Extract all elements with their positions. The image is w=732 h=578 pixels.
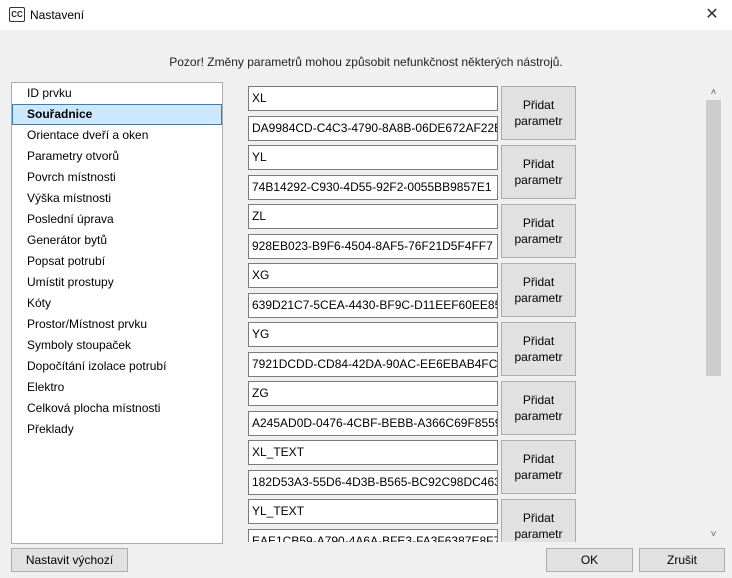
parameter-list: XL DA9984CD-C4C3-4790-8A8B-06DE672AF22B Př…	[248, 86, 708, 542]
add-button-label-line2: parametr	[514, 350, 563, 364]
add-parameter-button[interactable]: Přidat parametr	[501, 263, 576, 317]
add-parameter-button[interactable]: Přidat parametr	[501, 86, 576, 140]
add-button-label-line2: parametr	[514, 291, 563, 305]
category-item[interactable]: Celková plocha místnosti	[12, 398, 222, 419]
category-item[interactable]: Parametry otvorů	[12, 146, 222, 167]
add-button-label-line2: parametr	[514, 232, 563, 246]
category-item[interactable]: Popsat potrubí	[12, 251, 222, 272]
add-button-label-line1: Přidat	[522, 452, 555, 466]
close-icon[interactable]: ✕	[692, 0, 732, 30]
add-button-label-line2: parametr	[514, 409, 563, 423]
add-button-label-line1: Přidat	[522, 98, 555, 112]
set-default-button[interactable]: Nastavit výchozí	[11, 548, 128, 572]
app-icon: CC	[9, 7, 25, 22]
category-item[interactable]: Dopočítání izolace potrubí	[12, 356, 222, 377]
add-button-label-line2: parametr	[514, 468, 563, 482]
parameter-row: ZG A245AD0D-0476-4CBF-BEBB-A366C69F8559 Př…	[248, 381, 578, 436]
parameter-name-field[interactable]: ZL	[248, 204, 498, 229]
add-parameter-button[interactable]: Přidat parametr	[501, 145, 576, 199]
add-button-label-line1: Přidat	[522, 334, 555, 348]
category-item[interactable]: Povrch místnosti	[12, 167, 222, 188]
window-title: Nastavení	[30, 8, 85, 22]
parameter-name-field[interactable]: ZG	[248, 381, 498, 406]
parameter-row: XG 639D21C7-5CEA-4430-BF9C-D11EEF60EE85 Př…	[248, 263, 578, 318]
warning-message: Pozor! Změny parametrů mohou způsobit ne…	[169, 55, 563, 69]
parameter-row: YL 74B14292-C930-4D55-92F2-0055BB9857E1 Př…	[248, 145, 578, 200]
parameter-guid-field[interactable]: DA9984CD-C4C3-4790-8A8B-06DE672AF22B	[248, 116, 498, 141]
add-parameter-button[interactable]: Přidat parametr	[501, 440, 576, 494]
add-button-label-line1: Přidat	[522, 157, 555, 171]
category-item[interactable]: Překlady	[12, 419, 222, 440]
category-item[interactable]: Generátor bytů	[12, 230, 222, 251]
parameter-name-field[interactable]: XL_TEXT	[248, 440, 498, 465]
parameter-guid-field[interactable]: EAE1CB59-A790-4A6A-BFE3-FA3F6387E8F7	[248, 529, 498, 542]
parameter-name-field[interactable]: XG	[248, 263, 498, 288]
category-item[interactable]: Kóty	[12, 293, 222, 314]
add-button-label-line1: Přidat	[522, 393, 555, 407]
parameter-name-field[interactable]: YL_TEXT	[248, 499, 498, 524]
category-item[interactable]: Umístit prostupy	[12, 272, 222, 293]
category-item[interactable]: Elektro	[12, 377, 222, 398]
scroll-thumb[interactable]	[706, 100, 721, 376]
category-item[interactable]: Orientace dveří a oken	[12, 125, 222, 146]
parameter-name-field[interactable]: YL	[248, 145, 498, 170]
parameter-guid-field[interactable]: 74B14292-C930-4D55-92F2-0055BB9857E1	[248, 175, 498, 200]
add-button-label-line1: Přidat	[522, 511, 555, 525]
parameter-row: ZL 928EB023-B9F6-4504-8AF5-76F21D5F4FF7 Př…	[248, 204, 578, 259]
scroll-down-icon[interactable]: ˅	[705, 528, 722, 542]
scroll-up-icon[interactable]: ˄	[705, 86, 722, 100]
cancel-button[interactable]: Zrušit	[639, 548, 725, 572]
add-parameter-button[interactable]: Přidat parametr	[501, 499, 576, 542]
parameter-row: XL_TEXT 182D53A3-55D6-4D3B-B565-BC92C98DC…	[248, 440, 578, 495]
add-button-label-line2: parametr	[514, 114, 563, 128]
parameter-guid-field[interactable]: 928EB023-B9F6-4504-8AF5-76F21D5F4FF7	[248, 234, 498, 259]
add-parameter-button[interactable]: Přidat parametr	[501, 204, 576, 258]
add-button-label-line1: Přidat	[522, 275, 555, 289]
parameter-scrollbar[interactable]: ˄ ˅	[705, 86, 722, 542]
add-button-label-line2: parametr	[514, 173, 563, 187]
parameter-row: XL DA9984CD-C4C3-4790-8A8B-06DE672AF22B Př…	[248, 86, 578, 141]
category-item[interactable]: Souřadnice	[12, 104, 222, 125]
category-item[interactable]: Výška místnosti	[12, 188, 222, 209]
parameter-row: YG 7921DCDD-CD84-42DA-90AC-EE6EBAB4FC97 Př…	[248, 322, 578, 377]
category-item[interactable]: Prostor/Místnost prvku	[12, 314, 222, 335]
add-button-label-line2: parametr	[514, 527, 563, 541]
add-parameter-button[interactable]: Přidat parametr	[501, 322, 576, 376]
category-item[interactable]: ID prvku	[12, 83, 222, 104]
category-item[interactable]: Poslední úprava	[12, 209, 222, 230]
parameter-name-field[interactable]: YG	[248, 322, 498, 347]
parameter-name-field[interactable]: XL	[248, 86, 498, 111]
parameter-guid-field[interactable]: A245AD0D-0476-4CBF-BEBB-A366C69F8559	[248, 411, 498, 436]
parameter-guid-field[interactable]: 639D21C7-5CEA-4430-BF9C-D11EEF60EE85	[248, 293, 498, 318]
parameter-guid-field[interactable]: 7921DCDD-CD84-42DA-90AC-EE6EBAB4FC97	[248, 352, 498, 377]
ok-button[interactable]: OK	[546, 548, 633, 572]
parameter-guid-field[interactable]: 182D53A3-55D6-4D3B-B565-BC92C98DC463	[248, 470, 498, 495]
category-item[interactable]: Symboly stoupaček	[12, 335, 222, 356]
parameter-row: YL_TEXT EAE1CB59-A790-4A6A-BFE3-FA3F6387E…	[248, 499, 578, 542]
add-button-label-line1: Přidat	[522, 216, 555, 230]
title-bar: CC Nastavení ✕	[0, 0, 732, 30]
add-parameter-button[interactable]: Přidat parametr	[501, 381, 576, 435]
category-list[interactable]: ID prvku Souřadnice Orientace dveří a oken…	[11, 82, 223, 544]
